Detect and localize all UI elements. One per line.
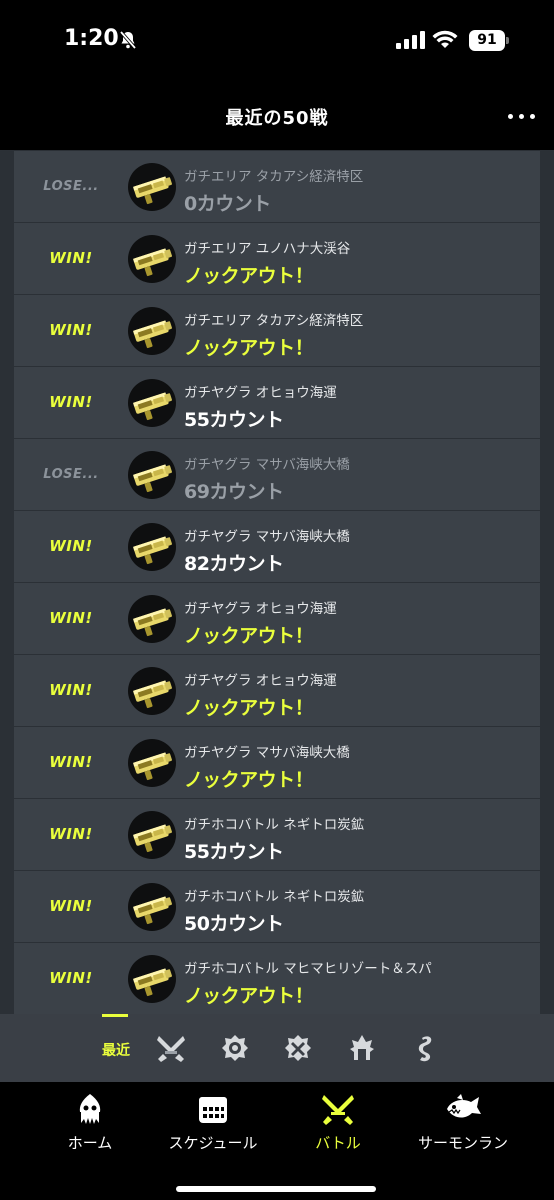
stage-name: ガチエリア タカアシ経済特区	[184, 313, 364, 329]
weapon-icon	[128, 523, 176, 571]
battle-result: WIN!	[49, 753, 93, 771]
salmon-icon	[447, 1094, 481, 1118]
weapon-icon	[128, 667, 176, 715]
battle-row[interactable]: LOSE... ガチエリア タカアシ経済特区 0カウント	[14, 151, 540, 222]
tab-home[interactable]: ホーム	[30, 1092, 150, 1152]
battle-score: 69カウント	[184, 481, 284, 503]
battle-result: WIN!	[49, 537, 93, 555]
tab-battle-label: バトル	[315, 1134, 361, 1152]
stage-name: ガチエリア ユノハナ大渓谷	[184, 241, 351, 257]
battle-row[interactable]: WIN! ガチホコバトル マヒマヒリゾート＆スパ ノックアウト！	[14, 943, 540, 1014]
stage-name: ガチヤグラ マサバ海峡大橋	[184, 529, 350, 545]
battle-score: ノックアウト！	[184, 337, 314, 359]
battle-result: WIN!	[49, 969, 93, 987]
tab-schedule-label: スケジュール	[168, 1134, 258, 1152]
battle-result: WIN!	[49, 321, 93, 339]
regular-battle-icon[interactable]	[155, 1032, 187, 1064]
bell-muted-icon	[119, 30, 137, 50]
battle-row[interactable]: WIN! ガチエリア タカアシ経済特区 ノックアウト！	[14, 295, 540, 366]
battle-result: WIN!	[49, 897, 93, 915]
stage-name: ガチエリア タカアシ経済特区	[184, 169, 364, 185]
battle-result: WIN!	[49, 825, 93, 843]
stage-name: ガチホコバトル マヒマヒリゾート＆スパ	[184, 961, 432, 977]
active-filter-indicator	[102, 1014, 128, 1017]
bankara-battle-icon[interactable]	[219, 1032, 251, 1064]
more-options-button[interactable]	[506, 106, 538, 126]
status-bar: 1:20 91	[0, 0, 554, 84]
weapon-icon	[128, 163, 176, 211]
home-indicator	[176, 1186, 376, 1192]
battle-result: LOSE...	[43, 467, 99, 482]
battle-result: LOSE...	[43, 179, 99, 194]
weapon-icon	[128, 595, 176, 643]
stage-name: ガチヤグラ オヒョウ海運	[184, 673, 337, 689]
battle-row[interactable]: WIN! ガチヤグラ オヒョウ海運 ノックアウト！	[14, 583, 540, 654]
battle-row[interactable]: WIN! ガチヤグラ オヒョウ海運 ノックアウト！	[14, 655, 540, 726]
stage-name: ガチヤグラ オヒョウ海運	[184, 601, 337, 617]
wifi-icon	[432, 30, 458, 48]
battle-row[interactable]: WIN! ガチホコバトル ネギトロ炭鉱 55カウント	[14, 799, 540, 870]
battle-row[interactable]: WIN! ガチエリア ユノハナ大渓谷 ノックアウト！	[14, 223, 540, 294]
battle-filter-bar: 最近	[0, 1014, 554, 1082]
stage-name: ガチヤグラ マサバ海峡大橋	[184, 457, 350, 473]
battle-list: LOSE... ガチエリア タカアシ経済特区 0カウント WIN! ガチエリア …	[14, 151, 540, 1014]
battle-score: ノックアウト！	[184, 265, 314, 287]
filter-recent-label: 最近	[102, 1043, 130, 1059]
battle-list-container[interactable]: LOSE... ガチエリア タカアシ経済特区 0カウント WIN! ガチエリア …	[0, 150, 554, 1014]
battle-score: 50カウント	[184, 913, 284, 935]
battle-result: WIN!	[49, 393, 93, 411]
battery-indicator: 91	[469, 30, 505, 51]
calendar-icon	[199, 1097, 227, 1123]
battle-score: ノックアウト！	[184, 697, 314, 719]
private-battle-icon[interactable]	[410, 1032, 442, 1064]
squid-icon	[79, 1094, 101, 1124]
battle-score: 55カウント	[184, 841, 284, 863]
battle-icon	[322, 1095, 354, 1125]
stage-name: ガチホコバトル ネギトロ炭鉱	[184, 889, 365, 905]
weapon-icon	[128, 739, 176, 787]
battle-score: 82カウント	[184, 553, 284, 575]
battle-row[interactable]: LOSE... ガチヤグラ マサバ海峡大橋 69カウント	[14, 439, 540, 510]
tab-home-label: ホーム	[67, 1134, 113, 1152]
battle-score: 55カウント	[184, 409, 284, 431]
battle-row[interactable]: WIN! ガチヤグラ マサバ海峡大橋 ノックアウト！	[14, 727, 540, 798]
weapon-icon	[128, 379, 176, 427]
battle-score: ノックアウト！	[184, 625, 314, 647]
page-title: 最近の50戦	[225, 108, 329, 129]
battle-score: ノックアウト！	[184, 769, 314, 791]
tab-salmon-run[interactable]: サーモンラン	[403, 1092, 523, 1152]
weapon-icon	[128, 883, 176, 931]
weapon-icon	[128, 235, 176, 283]
battle-result: WIN!	[49, 681, 93, 699]
header: 最近の50戦	[0, 84, 554, 150]
tab-battle[interactable]: バトル	[278, 1092, 398, 1152]
battle-row[interactable]: WIN! ガチヤグラ オヒョウ海運 55カウント	[14, 367, 540, 438]
weapon-icon	[128, 451, 176, 499]
battle-result: WIN!	[49, 249, 93, 267]
stage-name: ガチヤグラ オヒョウ海運	[184, 385, 337, 401]
event-match-icon[interactable]	[346, 1032, 378, 1064]
battle-row[interactable]: WIN! ガチヤグラ マサバ海峡大橋 82カウント	[14, 511, 540, 582]
stage-name: ガチヤグラ マサバ海峡大橋	[184, 745, 350, 761]
cellular-signal-icon	[396, 31, 425, 49]
x-battle-icon[interactable]	[282, 1032, 314, 1064]
battle-result: WIN!	[49, 609, 93, 627]
battle-score: 0カウント	[184, 193, 271, 215]
weapon-icon	[128, 955, 176, 1003]
weapon-icon	[128, 811, 176, 859]
tab-salmon-run-label: サーモンラン	[417, 1134, 508, 1152]
battle-score: ノックアウト！	[184, 985, 314, 1007]
battery-tip	[506, 37, 509, 44]
tab-bar: ホーム スケジュール バトル サーモンラン	[0, 1082, 554, 1200]
status-time: 1:20	[64, 26, 119, 51]
battle-row[interactable]: WIN! ガチホコバトル ネギトロ炭鉱 50カウント	[14, 871, 540, 942]
weapon-icon	[128, 307, 176, 355]
stage-name: ガチホコバトル ネギトロ炭鉱	[184, 817, 365, 833]
tab-schedule[interactable]: スケジュール	[153, 1092, 273, 1152]
